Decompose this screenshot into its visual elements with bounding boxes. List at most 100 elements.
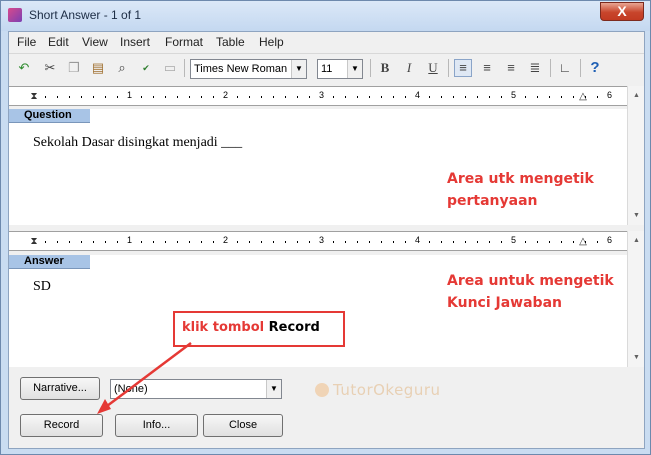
align-left-icon[interactable]: ≡ <box>454 59 472 77</box>
ruler-tick <box>273 241 274 243</box>
narrative-select[interactable]: (None) ▼ <box>110 379 282 399</box>
ruler-tick <box>297 96 298 98</box>
spellcheck-icon[interactable]: ✔ <box>137 59 155 77</box>
toolbar-separator <box>184 59 185 77</box>
justify-icon[interactable]: ≣ <box>526 59 544 77</box>
align-right-icon[interactable]: ≡ <box>502 59 520 77</box>
menu-table[interactable]: Table <box>216 35 245 49</box>
window-title: Short Answer - 1 of 1 <box>29 8 142 22</box>
ruler-tick <box>213 241 214 243</box>
ruler-tick <box>285 96 286 98</box>
question-text[interactable]: Sekolah Dasar disingkat menjadi ___ <box>33 135 242 151</box>
close-button[interactable]: Close <box>203 414 283 437</box>
ruler-tick <box>213 96 214 98</box>
insert-object-icon[interactable]: ▭ <box>161 59 179 77</box>
ruler-tick <box>405 96 406 98</box>
question-scrollbar[interactable]: ▲ ▼ <box>627 86 644 225</box>
ruler-tick <box>525 241 526 243</box>
scroll-down-icon[interactable]: ▼ <box>629 208 644 223</box>
right-indent-marker-icon[interactable]: △ <box>578 87 588 105</box>
ruler-tick <box>381 96 382 98</box>
scroll-up-icon[interactable]: ▲ <box>629 88 644 103</box>
ruler-number: 3 <box>319 90 325 100</box>
ruler-tick <box>357 96 358 98</box>
undo-icon[interactable]: ↶ <box>15 59 33 77</box>
chevron-down-icon[interactable]: ▼ <box>266 380 281 398</box>
bold-button[interactable]: B <box>376 59 394 77</box>
font-size-select[interactable]: 11 ▼ <box>317 59 363 79</box>
ruler-tick <box>561 96 562 98</box>
ruler-tick <box>249 96 250 98</box>
menu-help[interactable]: Help <box>259 35 284 49</box>
window-close-button[interactable]: X <box>600 2 644 21</box>
ruler-tick <box>153 96 154 98</box>
tab-stop-icon[interactable]: ∟ <box>556 59 574 77</box>
ruler-tick <box>285 241 286 243</box>
ruler-tick <box>573 96 574 98</box>
font-family-select[interactable]: Times New Roman ▼ <box>190 59 307 79</box>
ruler-tick <box>93 96 94 98</box>
ruler-tick <box>69 96 70 98</box>
ruler-tick <box>345 241 346 243</box>
menu-insert[interactable]: Insert <box>120 35 150 49</box>
ruler-number: 4 <box>415 90 421 100</box>
close-button-label: Close <box>228 419 258 431</box>
answer-text[interactable]: SD <box>33 279 51 295</box>
underline-button[interactable]: U <box>424 59 442 77</box>
ruler-tick <box>597 241 598 243</box>
menu-view[interactable]: View <box>82 35 108 49</box>
ruler-tick <box>261 241 262 243</box>
annotation-line: Area untuk mengetik <box>447 273 614 289</box>
ruler-tick <box>261 96 262 98</box>
menu-edit[interactable]: Edit <box>48 35 69 49</box>
annotation-line: Kunci Jawaban <box>447 295 562 311</box>
menu-format[interactable]: Format <box>165 35 203 49</box>
annotation-line: pertanyaan <box>447 193 538 209</box>
ruler-tick <box>549 96 550 98</box>
ruler-tick <box>153 241 154 243</box>
dialog-button-area: Narrative... (None) ▼ Record Info... Clo… <box>9 367 644 448</box>
answer-ruler[interactable]: ⧗ △ 1 2 3 4 5 6 <box>9 231 627 251</box>
ruler-tick <box>117 96 118 98</box>
left-indent-marker-icon[interactable]: ⧗ <box>29 87 39 105</box>
info-button[interactable]: Info... <box>115 414 198 437</box>
ruler-tick <box>333 96 334 98</box>
narrative-button[interactable]: Narrative... <box>20 377 100 400</box>
ruler-tick <box>165 241 166 243</box>
left-indent-marker-icon[interactable]: ⧗ <box>29 232 39 250</box>
ruler-tick <box>585 96 586 98</box>
italic-button[interactable]: I <box>400 59 418 77</box>
font-family-value: Times New Roman <box>194 63 288 75</box>
record-callout: klik tombol Record <box>173 311 345 347</box>
font-size-value: 11 <box>321 63 333 75</box>
ruler-tick <box>93 241 94 243</box>
find-icon[interactable]: ⌕ <box>113 59 131 77</box>
copy-icon[interactable]: ❐ <box>65 59 83 77</box>
narrative-select-value: (None) <box>114 383 148 395</box>
scroll-down-icon[interactable]: ▼ <box>629 350 644 365</box>
ruler-number: 4 <box>415 235 421 245</box>
ruler-tick <box>249 241 250 243</box>
ruler-tick <box>237 241 238 243</box>
ruler-tick <box>561 241 562 243</box>
help-icon[interactable]: ? <box>586 59 604 77</box>
ruler-tick <box>141 241 142 243</box>
cut-icon[interactable]: ✂ <box>41 59 59 77</box>
ruler-tick <box>177 96 178 98</box>
menu-file[interactable]: File <box>17 35 36 49</box>
chevron-down-icon[interactable]: ▼ <box>347 60 362 78</box>
scroll-up-icon[interactable]: ▲ <box>629 233 644 248</box>
answer-scrollbar[interactable]: ▲ ▼ <box>627 231 644 367</box>
formatting-toolbar: ↶ ✂ ❐ ▤ ⌕ ✔ ▭ Times New Roman ▼ 11 ▼ B I… <box>9 53 644 81</box>
record-button[interactable]: Record <box>20 414 103 437</box>
right-indent-marker-icon[interactable]: △ <box>578 232 588 250</box>
chevron-down-icon[interactable]: ▼ <box>291 60 306 78</box>
toolbar-separator <box>370 59 371 77</box>
paste-icon[interactable]: ▤ <box>89 59 107 77</box>
question-ruler[interactable]: ⧗ △ 1 2 3 4 5 6 <box>9 86 627 106</box>
ruler-tick <box>345 96 346 98</box>
ruler-number: 5 <box>511 235 517 245</box>
callout-strong: Record <box>268 320 320 335</box>
ruler-number: 2 <box>223 90 229 100</box>
align-center-icon[interactable]: ≡ <box>478 59 496 77</box>
